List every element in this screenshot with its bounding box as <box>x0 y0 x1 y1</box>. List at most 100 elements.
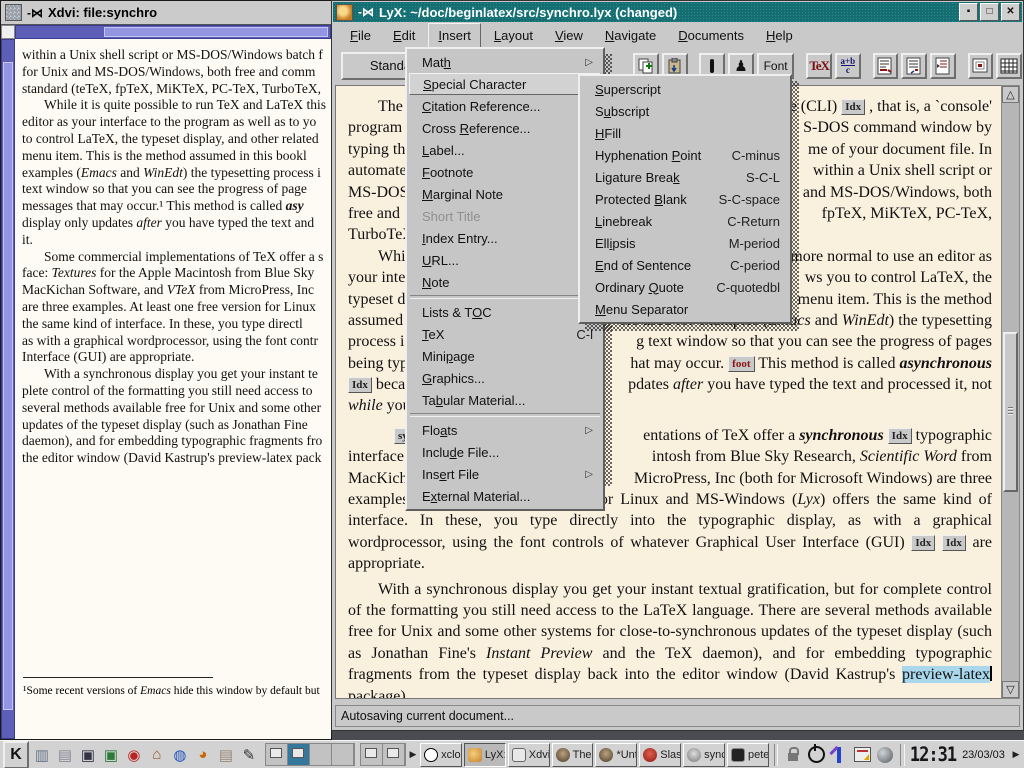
taskbar-button-slas[interactable]: Slas <box>639 743 681 767</box>
insert-table-icon[interactable] <box>996 53 1022 79</box>
clipboard-tool-icon[interactable] <box>829 745 849 765</box>
menu-item-include-file[interactable]: Include File... <box>409 441 601 463</box>
submenu-item-protected-blank[interactable]: Protected BlankS-C-space <box>582 188 788 210</box>
submenu-item-hyphenation-point[interactable]: Hyphenation PointC-minus <box>582 144 788 166</box>
menu-item-external-material[interactable]: External Material... <box>409 485 601 507</box>
home-icon[interactable]: ⌂ <box>146 744 168 766</box>
scrollbar-thumb[interactable] <box>104 27 328 37</box>
menu-item-minipage[interactable]: Minipage <box>409 345 601 367</box>
desktop-pager[interactable] <box>265 743 355 766</box>
submenu-item-subscript[interactable]: Subscript <box>582 100 788 122</box>
scrollbar-thumb[interactable] <box>3 62 13 710</box>
xdvi-vertical-scrollbar[interactable] <box>1 39 15 739</box>
scroll-up-arrow-icon[interactable]: △ <box>1002 86 1019 103</box>
window-list-icon[interactable]: ▥ <box>31 744 53 766</box>
insert-footnote-icon[interactable] <box>873 53 899 79</box>
pager-cell[interactable] <box>332 744 354 765</box>
scrollbar-thumb[interactable] <box>1003 332 1018 492</box>
insert-margin-note-icon[interactable] <box>901 53 927 79</box>
menu-item-cross-reference[interactable]: Cross Reference... <box>409 117 601 139</box>
submenu-item-superscript[interactable]: Superscript <box>582 78 788 100</box>
browser-icon[interactable]: ◍ <box>169 744 191 766</box>
footnote-inset-button[interactable]: foot <box>728 356 754 372</box>
taskbar-button-sync[interactable]: sync <box>683 743 725 767</box>
digital-clock[interactable]: 12:31 <box>910 743 956 766</box>
menubar-navigate[interactable]: Navigate <box>596 24 665 47</box>
klipper-lock-icon[interactable] <box>783 745 803 765</box>
organizer-alarm-icon[interactable] <box>852 745 872 765</box>
minimize-button[interactable]: ▪ <box>959 3 978 21</box>
editor-icon[interactable]: ✎ <box>238 744 260 766</box>
lyx-vertical-scrollbar[interactable]: △ ▽ <box>1001 85 1020 699</box>
pager-cell[interactable] <box>310 744 332 765</box>
submenu-item-menu-separator[interactable]: Menu Separator <box>582 298 788 320</box>
menu-item-lists-toc[interactable]: Lists & TOC <box>409 301 601 323</box>
taskbar-button-xcloc[interactable]: xcloc <box>420 743 462 767</box>
submenu-item-linebreak[interactable]: LinebreakC-Return <box>582 210 788 232</box>
menubar-edit[interactable]: Edit <box>384 24 424 47</box>
menu-item-tex[interactable]: TeXC-l <box>409 323 601 345</box>
moon-phase-icon[interactable] <box>875 745 895 765</box>
menu-item-index-entry[interactable]: Index Entry... <box>409 227 601 249</box>
menu-item-citation-reference[interactable]: Citation Reference... <box>409 95 601 117</box>
taskbar-button-lyx[interactable]: LyX: <box>464 743 506 767</box>
submenu-item-end-of-sentence[interactable]: End of SentenceC-period <box>582 254 788 276</box>
mini-cell[interactable] <box>361 744 383 765</box>
pager-cell-active[interactable] <box>288 744 310 765</box>
menu-item-graphics[interactable]: Graphics... <box>409 367 601 389</box>
menubar-help[interactable]: Help <box>757 24 802 47</box>
logout-power-icon[interactable] <box>806 745 826 765</box>
date-display[interactable]: 23/03/03 <box>962 749 1005 761</box>
window-mini-list[interactable] <box>360 743 406 766</box>
index-inset-button[interactable]: Idx <box>888 428 912 444</box>
maximize-button[interactable]: □ <box>980 3 999 21</box>
submenu-item-ligature-break[interactable]: Ligature BreakS-C-L <box>582 166 788 188</box>
menu-item-insert-file[interactable]: Insert File▷ <box>409 463 601 485</box>
close-button[interactable]: ✕ <box>1001 3 1020 21</box>
tex-mode-icon[interactable]: TeX <box>806 53 832 79</box>
menubar-view[interactable]: View <box>546 24 592 47</box>
mail-icon[interactable]: ◕ <box>192 744 214 766</box>
insert-figure-icon[interactable] <box>968 53 994 79</box>
panel-expand-arrow-icon[interactable]: ▶ <box>408 744 418 766</box>
menubar-layout[interactable]: Layout <box>485 24 542 47</box>
menu-item-short-title[interactable]: Short Title <box>409 205 601 227</box>
index-inset-button[interactable]: Idx <box>942 535 966 551</box>
taskbar-button-the-g[interactable]: The G <box>552 743 594 767</box>
menu-item-note[interactable]: Note <box>409 271 601 293</box>
pin-icon[interactable]: -⋈ <box>27 6 43 20</box>
submenu-item-hfill[interactable]: HFill <box>582 122 788 144</box>
change-depth-icon[interactable] <box>930 53 956 79</box>
submenu-item-ellipsis[interactable]: EllipsisM-period <box>582 232 788 254</box>
xdvi-titlebar[interactable]: -⋈ Xdvi: file:synchro <box>1 1 331 25</box>
menu-item-tabular-material[interactable]: Tabular Material... <box>409 389 601 411</box>
pager-cell[interactable] <box>266 744 288 765</box>
index-inset-button[interactable]: Idx <box>348 377 372 393</box>
scroll-down-arrow-icon[interactable]: ▽ <box>1002 681 1019 698</box>
menubar-file[interactable]: File <box>341 24 380 47</box>
index-inset-button[interactable]: Idx <box>911 535 935 551</box>
taskbar-button-xdvi[interactable]: Xdvi <box>508 743 550 767</box>
math-mode-icon[interactable]: a+bc <box>835 53 861 79</box>
taskbar-button-pete[interactable]: pete ◀ <box>727 743 769 767</box>
menu-item-marginal-note[interactable]: Marginal Note <box>409 183 601 205</box>
submenu-item-ordinary-quote[interactable]: Ordinary QuoteC-quotedbl <box>582 276 788 298</box>
document-stack-icon[interactable]: ▤ <box>54 744 76 766</box>
terminal-icon[interactable]: ▣ <box>100 744 122 766</box>
menu-item-url[interactable]: URL... <box>409 249 601 271</box>
menu-item-special-character[interactable]: Special Character <box>409 73 601 95</box>
mini-cell[interactable] <box>383 744 405 765</box>
menubar-insert[interactable]: Insert <box>428 23 481 48</box>
menu-item-math[interactable]: Math▷ <box>409 51 601 73</box>
taskbar-button-unti[interactable]: *Unti <box>595 743 637 767</box>
xdvi-horizontal-scrollbar[interactable] <box>15 25 331 39</box>
k-menu-button[interactable]: K <box>3 741 29 768</box>
lyx-titlebar[interactable]: -⋈ LyX: ~/doc/beginlatex/src/synchro.lyx… <box>333 2 1022 22</box>
pin-icon[interactable]: -⋈ <box>358 5 374 19</box>
menubar-documents[interactable]: Documents <box>669 24 753 47</box>
menu-item-floats[interactable]: Floats▷ <box>409 419 601 441</box>
notes-icon[interactable]: ▤ <box>215 744 237 766</box>
panel-hide-arrow-icon[interactable]: ▶ <box>1011 744 1021 766</box>
menu-item-label[interactable]: Label... <box>409 139 601 161</box>
menu-item-footnote[interactable]: Footnote <box>409 161 601 183</box>
